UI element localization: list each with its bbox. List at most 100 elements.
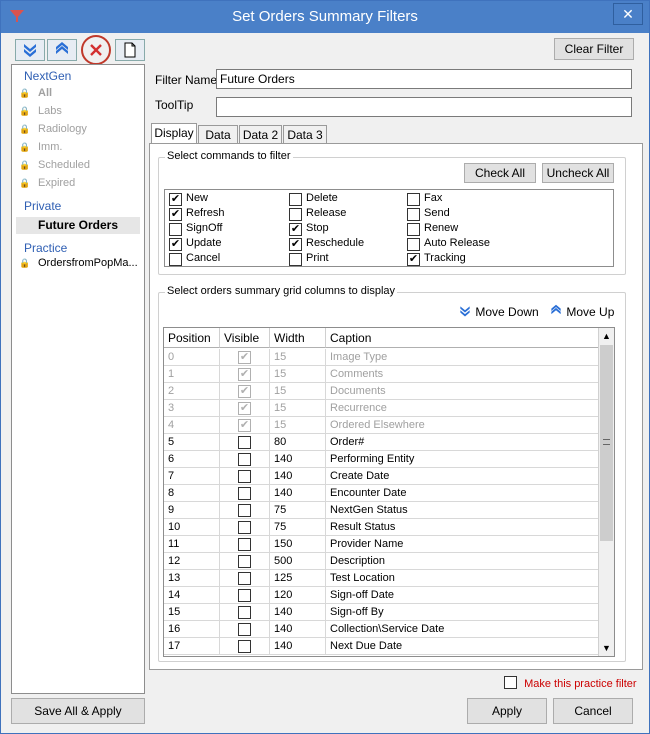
cell-caption[interactable]: NextGen Status <box>326 502 600 519</box>
move-down-column-button[interactable]: Move Down <box>458 304 539 319</box>
checkbox[interactable] <box>407 223 420 236</box>
cell-position[interactable]: 6 <box>164 451 220 468</box>
cell-position[interactable]: 1 <box>164 366 220 383</box>
checkbox[interactable] <box>169 223 182 236</box>
cell-caption[interactable]: Comments <box>326 366 600 383</box>
filter-labs[interactable]: 🔒 Labs <box>16 103 140 120</box>
cell-caption[interactable]: Performing Entity <box>326 451 600 468</box>
filter-expired[interactable]: 🔒 Expired <box>16 175 140 192</box>
table-row[interactable]: 11 150 Provider Name <box>164 536 600 553</box>
checkbox[interactable] <box>407 193 420 206</box>
scroll-down-arrow-icon[interactable]: ▼ <box>599 640 614 656</box>
cell-visible[interactable] <box>220 587 270 604</box>
cell-position[interactable]: 7 <box>164 468 220 485</box>
table-row[interactable]: 14 120 Sign-off Date <box>164 587 600 604</box>
filter-all[interactable]: 🔒 All <box>16 85 140 102</box>
cell-position[interactable]: 15 <box>164 604 220 621</box>
table-row[interactable]: 6 140 Performing Entity <box>164 451 600 468</box>
cell-width[interactable]: 15 <box>270 349 326 366</box>
header-caption[interactable]: Caption <box>326 328 600 348</box>
visible-checkbox[interactable] <box>238 470 251 483</box>
cell-caption[interactable]: Order# <box>326 434 600 451</box>
cell-caption[interactable]: Documents <box>326 383 600 400</box>
table-row[interactable]: 16 140 Collection\Service Date <box>164 621 600 638</box>
cell-position[interactable]: 9 <box>164 502 220 519</box>
cell-visible[interactable] <box>220 536 270 553</box>
cell-caption[interactable]: Create Date <box>326 468 600 485</box>
cell-width[interactable]: 140 <box>270 451 326 468</box>
table-row[interactable]: 12 500 Description <box>164 553 600 570</box>
cell-caption[interactable]: Recurrence <box>326 400 600 417</box>
tab-data-3[interactable]: Data 3 <box>283 125 327 144</box>
cell-caption[interactable]: Sign-off By <box>326 604 600 621</box>
cell-width[interactable]: 75 <box>270 519 326 536</box>
checkbox[interactable] <box>289 253 302 266</box>
cell-caption[interactable]: Test Location <box>326 570 600 587</box>
cell-visible[interactable]: ✔ <box>220 366 270 383</box>
cell-width[interactable]: 15 <box>270 366 326 383</box>
table-row[interactable]: 1 ✔ 15 Comments <box>164 366 600 383</box>
cell-width[interactable]: 140 <box>270 621 326 638</box>
tab-data-2[interactable]: Data 2 <box>239 125 282 144</box>
group-practice[interactable]: Practice <box>24 241 67 255</box>
table-row[interactable]: 10 75 Result Status <box>164 519 600 536</box>
cell-width[interactable]: 150 <box>270 536 326 553</box>
filter-imm[interactable]: 🔒 Imm. <box>16 139 140 156</box>
cell-width[interactable]: 140 <box>270 468 326 485</box>
table-row[interactable]: 13 125 Test Location <box>164 570 600 587</box>
cell-visible[interactable] <box>220 621 270 638</box>
cell-width[interactable]: 15 <box>270 383 326 400</box>
filter-radiology[interactable]: 🔒 Radiology <box>16 121 140 138</box>
cell-visible[interactable]: ✔ <box>220 400 270 417</box>
practice-filter-option[interactable]: Make this practice filter <box>504 676 637 690</box>
grid-scrollbar[interactable]: ▲ ▼ <box>598 328 614 656</box>
practice-filter-checkbox[interactable] <box>504 676 517 689</box>
header-position[interactable]: Position <box>164 328 220 348</box>
cell-position[interactable]: 13 <box>164 570 220 587</box>
tooltip-field[interactable] <box>216 97 632 117</box>
checkbox[interactable]: ✔ <box>289 238 302 251</box>
filter-future-orders[interactable]: Future Orders <box>16 217 140 234</box>
filter-orders-from-pop[interactable]: 🔒 OrdersfromPopMa... <box>16 255 140 272</box>
checkbox[interactable]: ✔ <box>289 223 302 236</box>
filter-name-field[interactable]: Future Orders <box>216 69 632 89</box>
cell-width[interactable]: 140 <box>270 485 326 502</box>
move-up-filter-button[interactable] <box>47 39 77 61</box>
move-up-column-button[interactable]: Move Up <box>549 304 614 319</box>
visible-checkbox[interactable] <box>238 572 251 585</box>
close-window-button[interactable]: ✕ <box>613 3 643 25</box>
checkbox[interactable]: ✔ <box>169 193 182 206</box>
visible-checkbox[interactable] <box>238 640 251 653</box>
table-row[interactable]: 17 140 Next Due Date <box>164 638 600 655</box>
cell-visible[interactable]: ✔ <box>220 417 270 434</box>
cell-position[interactable]: 11 <box>164 536 220 553</box>
checkbox[interactable] <box>169 253 182 266</box>
cell-position[interactable]: 12 <box>164 553 220 570</box>
cell-position[interactable]: 2 <box>164 383 220 400</box>
cell-position[interactable]: 16 <box>164 621 220 638</box>
cell-position[interactable]: 14 <box>164 587 220 604</box>
cell-caption[interactable]: Result Status <box>326 519 600 536</box>
clear-filter-button[interactable]: Clear Filter <box>554 38 634 60</box>
checkbox[interactable]: ✔ <box>169 238 182 251</box>
visible-checkbox[interactable] <box>238 606 251 619</box>
cell-position[interactable]: 10 <box>164 519 220 536</box>
cell-position[interactable]: 5 <box>164 434 220 451</box>
cell-visible[interactable] <box>220 519 270 536</box>
cell-caption[interactable]: Next Due Date <box>326 638 600 655</box>
cell-visible[interactable] <box>220 553 270 570</box>
table-row[interactable]: 8 140 Encounter Date <box>164 485 600 502</box>
checkbox[interactable] <box>407 238 420 251</box>
move-down-filter-button[interactable] <box>15 39 45 61</box>
checkbox[interactable]: ✔ <box>169 208 182 221</box>
visible-checkbox[interactable] <box>238 504 251 517</box>
group-nextgen[interactable]: NextGen <box>24 69 71 83</box>
cell-visible[interactable] <box>220 638 270 655</box>
scroll-thumb[interactable] <box>600 345 613 541</box>
cell-position[interactable]: 0 <box>164 349 220 366</box>
cell-width[interactable]: 15 <box>270 400 326 417</box>
cell-visible[interactable] <box>220 468 270 485</box>
cell-width[interactable]: 75 <box>270 502 326 519</box>
cell-width[interactable]: 500 <box>270 553 326 570</box>
apply-button[interactable]: Apply <box>467 698 547 724</box>
